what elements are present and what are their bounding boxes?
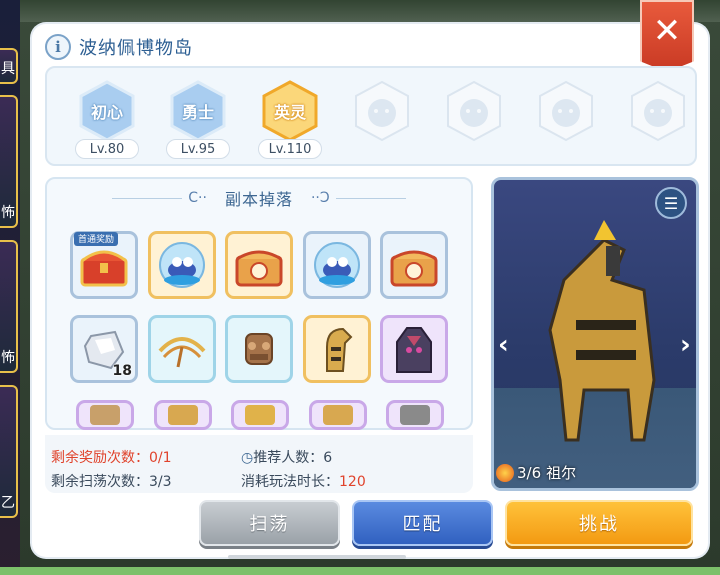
side-card-label: 乙 [1,495,15,511]
side-card-1[interactable]: 具 [0,48,18,84]
boss-name: 祖尔 [546,464,577,482]
challenge-button[interactable]: 挑战 [505,500,693,546]
boss-model [548,220,656,442]
drop-item[interactable] [380,231,448,299]
ornament-icon: C·· [188,190,207,206]
dungeon-stats: 剩余奖励次数：0/1 ◷推荐人数：6 剩余扫荡次数：3/3 消耗玩法时长：120 [45,435,473,493]
close-icon: ✕ [652,11,682,51]
reward-count-label: 剩余奖励次数： [51,450,149,466]
difficulty-locked-4[interactable] [627,80,689,142]
time-cost-value: 120 [339,474,366,490]
recommended-players-value: 6 [323,450,333,466]
drop-item[interactable] [380,315,448,383]
side-card-label: 具 [1,61,15,77]
equip-icon [400,405,430,425]
dark-armor-icon [396,327,432,373]
difficulty-locked-2[interactable] [443,80,505,142]
side-card-label: 怖 [1,205,15,221]
boss-progress: 3/6 祖尔 [496,462,576,483]
side-card-label: 怖 [1,350,15,366]
difficulty-name: 英灵 [273,103,306,122]
sweep-count: 剩余扫荡次数：3/3 [51,471,172,491]
recommended-players: ◷推荐人数：6 [241,447,332,467]
drop-item[interactable] [225,231,293,299]
boss-preview [491,177,699,491]
golden-horse-icon [326,327,353,372]
first-clear-badge: 首通奖励 [74,232,119,246]
divider [335,197,406,199]
difficulty-locked-3[interactable] [535,80,597,142]
equip-icon [90,405,120,425]
drop-item[interactable] [386,400,444,430]
background-bottom [0,567,720,575]
side-card-3[interactable]: 怖 [0,240,18,373]
sweep-button[interactable]: 扫荡 [199,500,340,546]
drop-item[interactable] [148,231,216,299]
boss-progress-value: 3/6 [517,463,542,482]
equip-icon [323,405,353,425]
difficulty-locked-1[interactable] [351,80,413,142]
drop-item[interactable] [303,231,371,299]
clock-chest-icon [390,250,438,287]
locked-face-icon [351,80,413,142]
drop-item[interactable] [309,400,367,430]
reward-count: 剩余奖励次数：0/1 [51,447,172,467]
page-title: 波纳佩博物岛 [79,38,193,59]
divider [112,197,183,199]
reward-count-value: 0/1 [149,450,172,466]
list-icon: ☰ [663,193,679,213]
locked-face-icon [627,80,689,142]
sweep-count-label: 剩余扫荡次数： [51,474,149,490]
locked-face-icon [443,80,505,142]
difficulty-chuxin[interactable]: 初心 [76,80,138,142]
drop-item[interactable]: 18 [70,315,138,383]
next-arrow-icon[interactable]: › [680,330,691,360]
drop-item[interactable] [225,315,293,383]
drop-item[interactable] [148,315,216,383]
drop-list[interactable] [45,177,473,430]
time-cost: 消耗玩法时长：120 [241,471,366,491]
clock-icon: ◷ [241,450,254,466]
prev-arrow-icon[interactable]: ‹ [498,330,509,360]
difficulty-yongshi[interactable]: 勇士 [167,80,229,142]
locked-face-icon [535,80,597,142]
equip-icon [245,405,275,425]
golden-wings-icon [158,337,206,368]
sweep-count-value: 3/3 [149,474,172,490]
difficulty-name: 初心 [90,103,123,122]
close-button[interactable]: ✕ [640,0,694,72]
orb-pet-icon [314,242,360,288]
clock-chest-icon [235,250,283,287]
equip-icon [168,405,198,425]
ornament-icon: ··Ↄ [310,190,330,206]
drop-item[interactable] [76,400,134,430]
armor-piece-icon [245,333,273,365]
side-card-4[interactable]: 乙 [0,385,18,518]
info-icon[interactable]: i [45,34,71,60]
difficulty-yingling[interactable]: 英灵 [259,80,321,142]
drop-title: 副本掉落 [224,190,293,209]
fire-icon [496,463,514,482]
list-menu-button[interactable]: ☰ [655,187,687,219]
match-button[interactable]: 匹配 [352,500,493,546]
side-card-2[interactable]: 怖 [0,95,18,228]
title-row: i 波纳佩博物岛 [45,32,193,62]
drop-item[interactable] [231,400,289,430]
drop-header: C·· 副本掉落 ··Ↄ [47,183,471,213]
background-top [0,0,720,22]
treasure-chest-icon [80,250,128,287]
difficulty-name: 勇士 [181,103,214,122]
orb-pet-icon [159,242,205,288]
difficulty-level: Lv.95 [166,139,230,159]
recommended-players-label: 推荐人数： [253,450,324,466]
drop-item[interactable] [154,400,212,430]
difficulty-level: Lv.110 [258,139,322,159]
item-quantity: 18 [112,363,132,379]
scrollbar[interactable] [228,555,406,559]
drop-item[interactable] [303,315,371,383]
time-cost-label: 消耗玩法时长： [241,474,339,490]
difficulty-level: Lv.80 [75,139,139,159]
